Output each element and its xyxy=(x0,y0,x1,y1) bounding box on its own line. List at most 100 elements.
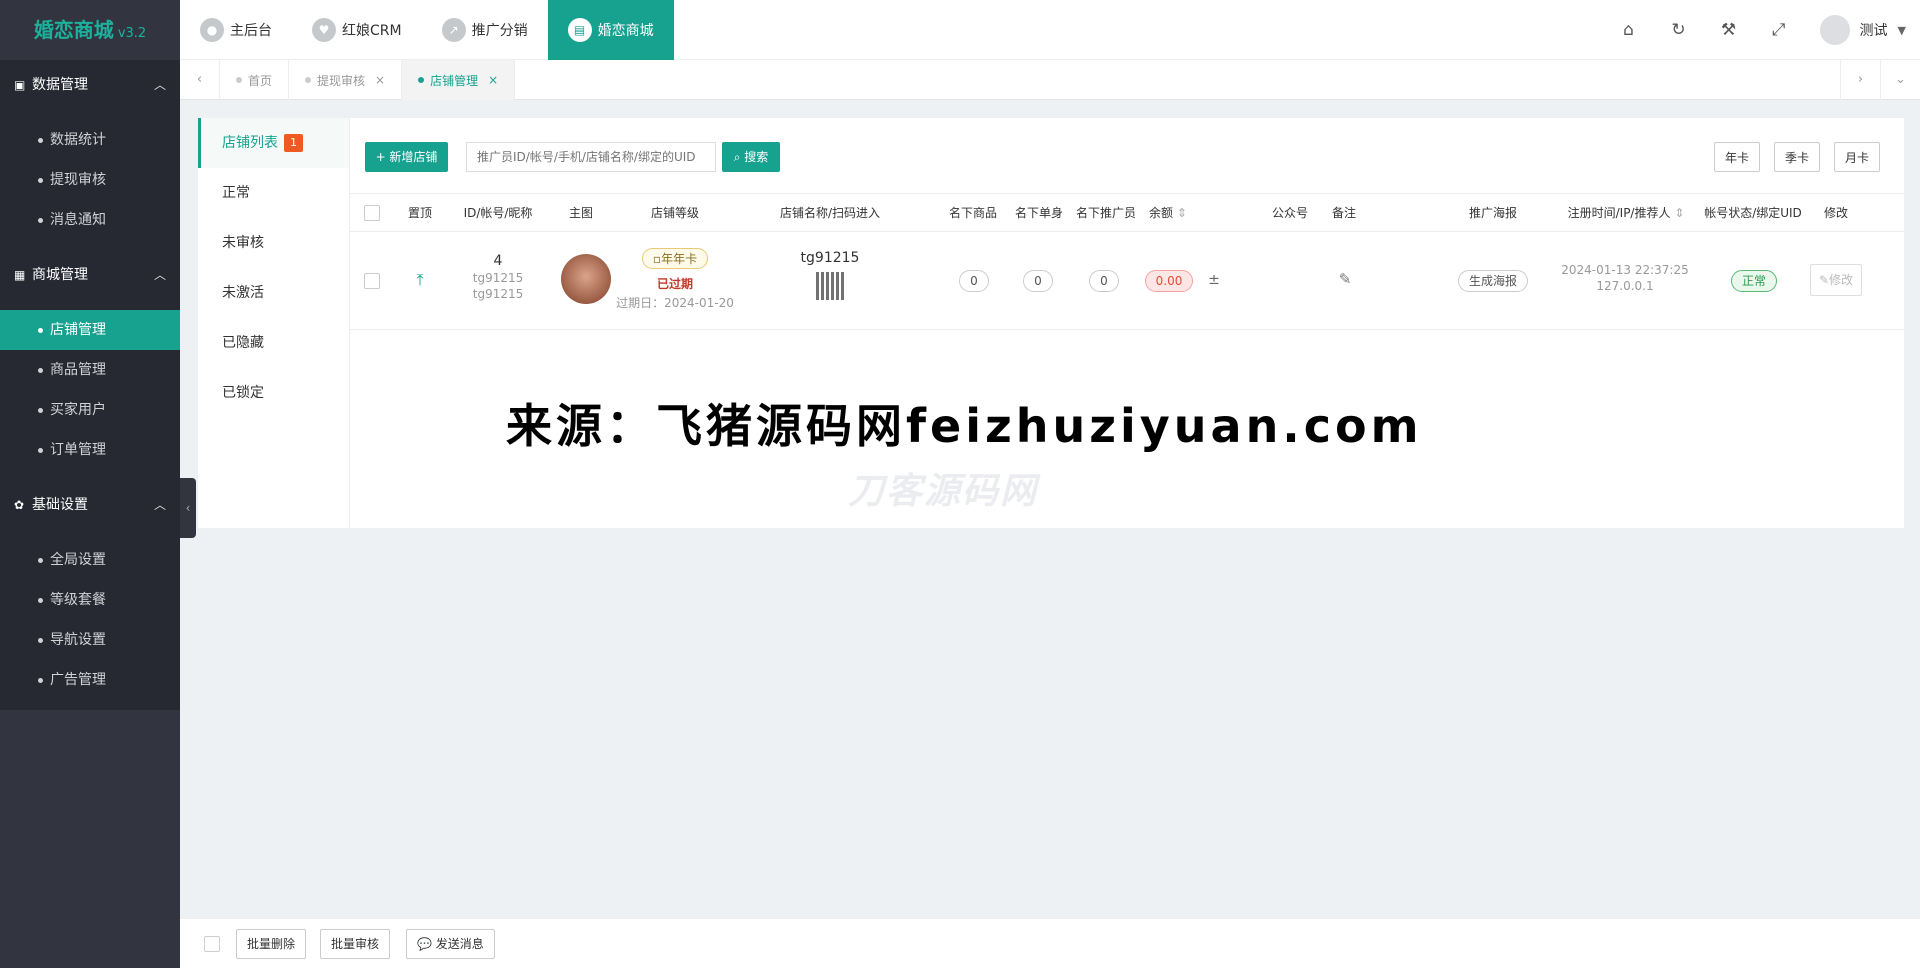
tabs-scroll-left-icon[interactable]: ‹ xyxy=(180,60,220,100)
shop-main-image[interactable] xyxy=(561,254,611,304)
add-shop-button[interactable]: + 新增店铺 xyxy=(365,142,448,172)
page-tab-shop-management[interactable]: 店铺管理 × xyxy=(402,60,516,100)
brand-logo[interactable]: 婚恋商城 v3.2 xyxy=(0,0,180,60)
sort-icon: ⇕ xyxy=(1176,206,1187,220)
sidebar-item-nav-settings[interactable]: 导航设置 xyxy=(0,620,180,660)
edit-remark-icon[interactable]: ✎ xyxy=(1330,270,1360,288)
brand-name: 婚恋商城 xyxy=(33,18,114,42)
col-shop-name: 店铺名称/扫码进入 xyxy=(779,206,881,220)
col-goods: 名下商品 xyxy=(948,206,997,220)
shop-name[interactable]: tg91215 xyxy=(750,250,910,266)
batch-review-button[interactable]: 批量审核 xyxy=(320,929,391,959)
close-icon[interactable]: × xyxy=(488,73,498,87)
select-all-checkbox[interactable] xyxy=(364,205,380,221)
module-tab-promotion[interactable]: ↗ 推广分销 xyxy=(422,0,548,60)
module-tab-main-admin[interactable]: ● 主后台 xyxy=(180,0,292,60)
source-watermark: 来源：飞猪源码网feizhuziyuan.com xyxy=(506,399,1423,453)
sidebar-item-shop-management[interactable]: 店铺管理 xyxy=(0,310,180,350)
filter-inactive[interactable]: 未激活 xyxy=(198,268,349,318)
generate-poster-button[interactable]: 生成海报 xyxy=(1457,270,1528,292)
tabs-scroll-right-icon[interactable]: › xyxy=(1840,60,1880,100)
singles-count[interactable]: 0 xyxy=(1023,270,1053,292)
sidebar-item-notifications[interactable]: 消息通知 xyxy=(0,200,180,240)
filter-season-card-button[interactable]: 季卡 xyxy=(1774,142,1820,172)
qr-code-icon[interactable] xyxy=(816,272,844,300)
col-pin: 置顶 xyxy=(407,206,432,220)
filter-hidden[interactable]: 已隐藏 xyxy=(198,318,349,368)
reg-time: 2024-01-13 22:37:25 xyxy=(1561,263,1689,277)
sidebar-item-level-packages[interactable]: 等级套餐 xyxy=(0,580,180,620)
sidebar-item-data-stats[interactable]: 数据统计 xyxy=(0,120,180,160)
status-badge[interactable]: 正常 xyxy=(1730,270,1777,292)
row-checkbox[interactable] xyxy=(364,273,380,289)
chevron-up-icon: ︿ xyxy=(153,268,166,282)
filter-locked[interactable]: 已锁定 xyxy=(198,368,349,418)
store-icon: ▤ xyxy=(567,18,592,42)
goods-count[interactable]: 0 xyxy=(959,270,989,292)
home-icon[interactable]: ⌂ xyxy=(1604,20,1654,40)
faint-watermark: 刀客源码网 xyxy=(848,471,1039,512)
caret-down-icon: ▼ xyxy=(1897,23,1906,37)
sidebar-item-goods-management[interactable]: 商品管理 xyxy=(0,350,180,390)
filter-unreviewed[interactable]: 未审核 xyxy=(198,218,349,268)
module-tab-marriage-mall[interactable]: ▤ 婚恋商城 xyxy=(547,0,674,60)
sidebar-item-order-management[interactable]: 订单管理 xyxy=(0,430,180,470)
refresh-icon[interactable]: ↻ xyxy=(1654,20,1704,40)
broken-image-icon: ▫ xyxy=(652,252,662,266)
filter-month-card-button[interactable]: 月卡 xyxy=(1834,142,1880,172)
sidebar-collapse-handle[interactable]: ‹ xyxy=(180,478,196,538)
content-panel: 店铺列表1 正常 未审核 未激活 已隐藏 已锁定 + 新增店铺 ⌕ 搜索 年卡 … xyxy=(198,118,1904,528)
col-remark: 备注 xyxy=(1331,206,1356,220)
col-id: ID/帐号/昵称 xyxy=(463,206,533,220)
sidebar-group-mall[interactable]: ▦ 商城管理 ︿ xyxy=(0,250,180,300)
top-bar: ● 主后台 ♥ 红娘CRM ↗ 推广分销 ▤ 婚恋商城 ⌂ ↻ ⚒ ⤢ 测试 ▼ xyxy=(180,0,1920,60)
col-image: 主图 xyxy=(568,206,593,220)
fullscreen-icon[interactable]: ⤢ xyxy=(1754,20,1804,40)
sidebar-item-withdraw-review[interactable]: 提现审核 xyxy=(0,160,180,200)
table-row: ⤒ 4 tg91215 tg91215 ▫年年卡 已过期 过期日：2024-01… xyxy=(350,232,1904,330)
balance-adjust-button[interactable]: ± xyxy=(1204,272,1224,288)
user-menu[interactable]: 测试 ▼ xyxy=(1804,15,1920,45)
gear-icon: ✿ xyxy=(14,498,25,512)
tabs-menu-chevron-down-icon[interactable]: ⌄ xyxy=(1880,60,1920,100)
send-message-button[interactable]: 💬 发送消息 xyxy=(406,929,495,959)
search-button[interactable]: ⌕ 搜索 xyxy=(722,142,780,172)
col-status: 帐号状态/绑定UID xyxy=(1704,206,1802,220)
search-input[interactable] xyxy=(466,142,716,172)
col-reg-time[interactable]: 注册时间/IP/推荐人 ⇕ xyxy=(1556,194,1696,232)
edit-button[interactable]: ✎修改 xyxy=(1810,264,1862,296)
clear-cache-icon[interactable]: ⚒ xyxy=(1704,20,1754,40)
sidebar-group-settings[interactable]: ✿ 基础设置 ︿ xyxy=(0,480,180,530)
chevron-up-icon: ︿ xyxy=(153,78,166,92)
filter-year-card-button[interactable]: 年卡 xyxy=(1714,142,1760,172)
col-balance[interactable]: 余额 ⇕ xyxy=(1146,194,1190,232)
count-badge: 1 xyxy=(284,134,303,152)
col-promoters: 名下推广员 xyxy=(1075,206,1136,220)
batch-delete-button[interactable]: 批量删除 xyxy=(236,929,307,959)
user-icon: ● xyxy=(200,18,224,42)
search-icon: ⌕ xyxy=(733,150,741,164)
footer-select-all-checkbox[interactable] xyxy=(204,936,220,952)
page-tab-withdraw-review[interactable]: 提现审核 × xyxy=(289,60,403,100)
pin-top-icon[interactable]: ⤒ xyxy=(400,270,440,290)
table-toolbar: + 新增店铺 ⌕ 搜索 年卡 季卡 月卡 xyxy=(350,118,1904,194)
pencil-icon: ✎ xyxy=(1818,273,1830,287)
sidebar-item-buyer-users[interactable]: 买家用户 xyxy=(0,390,180,430)
crm-icon: ♥ xyxy=(312,18,336,42)
sidebar-item-global-settings[interactable]: 全局设置 xyxy=(0,540,180,580)
row-nickname: tg91215 xyxy=(472,287,524,301)
grid-icon: ▦ xyxy=(14,268,26,282)
module-tab-matchmaker-crm[interactable]: ♥ 红娘CRM xyxy=(292,0,422,60)
sidebar-item-ad-management[interactable]: 广告管理 xyxy=(0,660,180,700)
footer-bar: 批量删除 批量审核 💬 发送消息 xyxy=(180,918,1920,968)
filter-shop-list[interactable]: 店铺列表 1 xyxy=(198,118,349,168)
promoters-count[interactable]: 0 xyxy=(1089,270,1119,292)
page-tabs-bar: ‹ 首页 提现审核 × 店铺管理 × › ⌄ xyxy=(180,60,1920,100)
sidebar-group-data[interactable]: ▣ 数据管理 ︿ xyxy=(0,60,180,110)
level-expire-date: 过期日：2024-01-20 xyxy=(616,296,734,310)
clipboard-icon: ▣ xyxy=(14,78,26,92)
page-tab-home[interactable]: 首页 xyxy=(220,60,290,100)
filter-normal[interactable]: 正常 xyxy=(198,168,349,218)
close-icon[interactable]: × xyxy=(375,73,385,87)
balance-value[interactable]: 0.00 xyxy=(1144,270,1194,292)
